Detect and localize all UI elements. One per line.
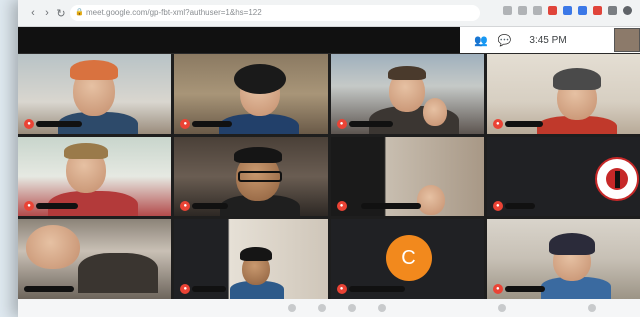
participant-hair (64, 142, 108, 159)
control-icon[interactable] (288, 304, 296, 312)
control-icon[interactable] (498, 304, 506, 312)
participant-hair (387, 66, 426, 80)
control-icon[interactable] (318, 304, 326, 312)
back-icon[interactable]: ‹ (28, 7, 38, 19)
self-view-thumbnail[interactable] (614, 28, 640, 52)
participant-face (416, 184, 445, 215)
participant-name-redacted (24, 285, 74, 292)
url-text: meet.google.com/gp-fbt-xml?authuser=1&hs… (86, 8, 262, 17)
participant-name-redacted (192, 285, 227, 292)
participant-tile[interactable]: ● (330, 54, 484, 134)
meet-bottom-bar (18, 299, 640, 317)
mic-muted-icon: ● (492, 118, 503, 129)
participant-hair (234, 64, 287, 94)
extension-icons (503, 6, 632, 15)
address-bar[interactable]: 🔒 meet.google.com/gp-fbt-xml?authuser=1&… (70, 5, 480, 21)
participant-tile[interactable]: ● (18, 136, 172, 217)
extension-icon[interactable] (563, 6, 572, 15)
participant-tile[interactable]: ● (486, 219, 640, 299)
participant-hair (552, 68, 601, 90)
participant-tile[interactable]: ● (18, 54, 172, 134)
mic-muted-icon: ● (180, 201, 191, 212)
forward-icon[interactable]: › (42, 7, 52, 19)
mic-muted-icon: ● (180, 283, 191, 294)
participant-name-redacted (348, 285, 405, 292)
browser-toolbar: ‹ › ↻ 🔒 meet.google.com/gp-fbt-xml?authu… (18, 0, 640, 27)
glasses (238, 170, 283, 182)
mic-muted-icon: ● (24, 201, 34, 212)
reload-icon[interactable]: ↻ (56, 7, 66, 20)
participant-logo-avatar (594, 156, 639, 201)
participant-hair (240, 247, 273, 262)
participant-name-redacted (360, 203, 421, 210)
participant-name-redacted (504, 285, 545, 292)
extension-icon[interactable] (518, 6, 527, 15)
profile-icon[interactable] (623, 6, 632, 15)
participant-face (26, 225, 80, 270)
participant-tile[interactable]: ● (174, 54, 328, 134)
participant-name-redacted (348, 120, 393, 127)
participant-body (78, 253, 158, 294)
star-icon[interactable] (503, 6, 512, 15)
participant-tile[interactable]: ● (486, 54, 640, 134)
extension-icon[interactable] (548, 6, 557, 15)
participant-tile[interactable]: ● (174, 219, 328, 299)
chat-icon[interactable]: 💬 (498, 34, 512, 47)
control-icon[interactable] (348, 304, 356, 312)
control-icon[interactable] (378, 304, 386, 312)
participant-tile[interactable]: ● (174, 136, 328, 217)
extension-icon[interactable] (608, 6, 617, 15)
mic-muted-icon: ● (336, 201, 347, 212)
mic-muted-icon: ● (492, 201, 503, 212)
participant-tile[interactable] (18, 219, 172, 299)
mic-muted-icon: ● (336, 283, 347, 294)
participant-name-redacted (192, 203, 229, 210)
mic-muted-icon: ● (24, 118, 34, 129)
extension-icon[interactable] (533, 6, 542, 15)
participant-tile[interactable]: ● (330, 136, 484, 217)
participant-hair (70, 60, 118, 80)
participant-hair (234, 146, 283, 163)
meet-top-controls: 👥 💬 3:45 PM (460, 27, 640, 53)
mic-muted-icon: ● (180, 118, 191, 129)
people-icon[interactable]: 👥 (474, 34, 488, 47)
participant-initial-avatar: C (385, 235, 432, 282)
participant-tile[interactable]: ● (486, 136, 640, 217)
clock-time: 3:45 PM (529, 34, 567, 46)
lock-icon: 🔒 (75, 9, 84, 16)
extension-icon[interactable] (593, 6, 602, 15)
participant-name-redacted (192, 120, 233, 127)
participant-name-redacted (36, 203, 78, 210)
participant-name-redacted (504, 203, 535, 210)
participant-name-redacted (36, 120, 82, 127)
participant-tile[interactable]: C ● (330, 219, 484, 299)
control-icon[interactable] (588, 304, 596, 312)
participant-name-redacted (504, 120, 543, 127)
participant-face-2 (422, 98, 447, 126)
participant-hair (548, 233, 595, 256)
participant-grid: ● ● ● ● ● ● ● ● ● C ● ● (18, 54, 640, 299)
meet-window: ‹ › ↻ 🔒 meet.google.com/gp-fbt-xml?authu… (18, 0, 640, 317)
extension-icon[interactable] (578, 6, 587, 15)
mic-muted-icon: ● (336, 118, 347, 129)
mic-muted-icon: ● (492, 283, 503, 294)
